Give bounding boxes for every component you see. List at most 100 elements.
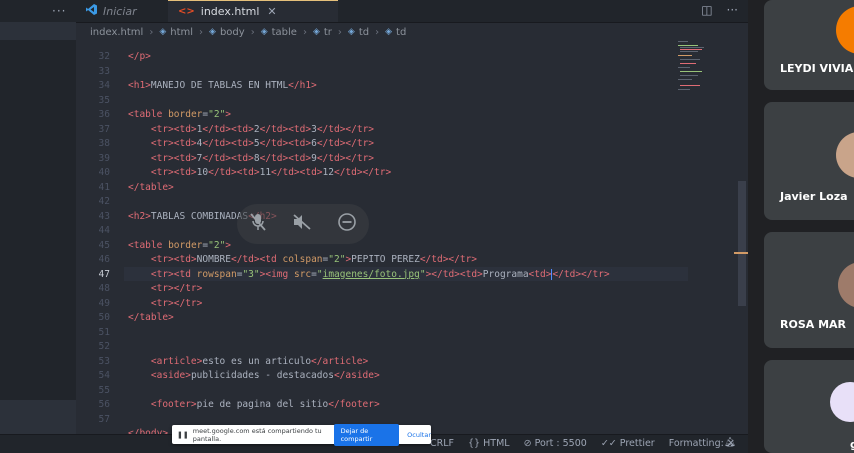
element-icon: ◈	[159, 27, 167, 37]
breadcrumb-item[interactable]: index.html	[90, 27, 143, 38]
line-number: 40	[98, 167, 110, 178]
tab-label: Iniciar	[103, 4, 137, 18]
line-number: 45	[98, 239, 110, 251]
braces-icon: {}	[468, 438, 481, 449]
participant-tile[interactable]: Javier Loza	[764, 102, 854, 220]
line-number: 33	[98, 65, 110, 77]
element-icon: ◈	[260, 27, 268, 37]
line-number: 54	[98, 370, 110, 381]
line-number: 43	[98, 210, 110, 222]
explorer-selected-row[interactable]	[0, 22, 76, 40]
volume-off-icon[interactable]	[293, 214, 311, 234]
hide-button[interactable]: Ocultar	[407, 431, 431, 439]
language-mode[interactable]: {} HTML	[468, 438, 510, 449]
code-line: <tr><td>4</td><td>5</td><td>6</td></tr>	[150, 138, 375, 149]
line-number: 44	[98, 225, 110, 236]
code-line: </table>	[128, 181, 174, 193]
code-line: <tr><td>7</td><td>8</td><td>9</td></tr>	[150, 152, 375, 164]
html-file-icon: <>	[178, 6, 195, 17]
double-check-icon: ✓✓	[600, 438, 617, 449]
element-icon: ◈	[209, 27, 216, 37]
code-line: <aside>publicidades - destacados</aside>	[150, 370, 380, 381]
breadcrumb-item[interactable]: tr	[324, 27, 332, 38]
broadcast-icon: ⊘	[523, 438, 532, 449]
participant-tile[interactable]: LEYDI VIVIA	[764, 0, 854, 90]
element-icon: ◈	[347, 27, 355, 37]
line-number: 42	[98, 196, 110, 207]
code-line: <table border="2">	[128, 109, 232, 120]
meet-participants-panel: LEYDI VIVIA Javier Loza ROSA MAR g	[748, 0, 854, 453]
element-icon: ◈	[312, 27, 320, 37]
code-line: <h1>MANEJO DE TABLAS EN HTML</h1>	[128, 80, 317, 91]
avatar	[836, 132, 854, 178]
prettier-status[interactable]: ✓✓ Prettier	[601, 438, 655, 449]
line-number: 52	[98, 341, 110, 352]
line-number: 34	[98, 80, 110, 91]
split-editor-icon[interactable]: ◫	[701, 3, 712, 17]
tab-iniciar[interactable]: Iniciar	[76, 0, 168, 22]
line-number: 41	[98, 181, 110, 193]
line-number: 47	[98, 268, 110, 280]
participant-tile[interactable]: ROSA MAR	[764, 232, 854, 348]
more-actions-icon[interactable]: ···	[52, 4, 66, 18]
notification-bell-icon[interactable]: 🔔︎	[724, 437, 736, 448]
participant-name: LEYDI VIVIA	[780, 62, 854, 75]
line-number: 50	[98, 312, 110, 323]
scroll-position-marker	[734, 252, 748, 254]
avatar	[838, 262, 854, 308]
tab-label: index.html	[200, 5, 260, 18]
live-server-port[interactable]: ⊘ Port : 5500	[524, 438, 587, 449]
code-line: <tr><td>10</td><td>11</td><td>12</td></t…	[150, 167, 392, 178]
participant-tile[interactable]: g	[764, 360, 854, 453]
code-line: <tr><td>NOMBRE</td><td colspan="2">PEPIT…	[150, 254, 478, 265]
line-number: 49	[98, 297, 110, 309]
code-editor[interactable]: 32 33 34 35 36 37 38 39 40 41 42 43 44 45 46 47 48 49 50 51…	[76, 41, 748, 434]
remove-icon[interactable]	[337, 213, 356, 235]
explorer-sidebar: ···	[0, 0, 77, 453]
code-line: </body>	[128, 428, 169, 434]
tab-bar: Iniciar <> index.html ✕ ◫ ···	[76, 0, 748, 23]
element-icon: ◈	[385, 27, 393, 37]
breadcrumb-item[interactable]: body	[220, 27, 245, 38]
mic-off-icon[interactable]	[250, 213, 267, 235]
participant-name: Javier Loza	[780, 190, 848, 203]
code-line: <tr><td rowspan="3"><img src="imagenes/f…	[150, 268, 610, 280]
vertical-scrollbar[interactable]	[738, 181, 746, 306]
avatar	[830, 382, 854, 422]
line-number: 53	[98, 355, 110, 367]
breadcrumb: index.html › ◈ html › ◈ body › ◈ table › ◈ t…	[76, 23, 748, 41]
vscode-logo-icon	[86, 4, 97, 18]
code-line: <article>esto es un articulo</article>	[150, 355, 369, 367]
line-number: 37	[98, 123, 110, 135]
code-line: </p>	[128, 51, 151, 62]
line-number: 55	[98, 384, 110, 396]
line-number: 35	[98, 94, 110, 106]
stop-sharing-button[interactable]: Dejar de compartir	[333, 423, 400, 446]
line-number: 48	[98, 283, 110, 294]
meeting-controls-overlay	[237, 204, 369, 244]
code-line: <tr><td>1</td><td>2</td><td>3</td></tr>	[150, 123, 375, 135]
line-number: 56	[98, 399, 110, 410]
avatar	[836, 6, 854, 54]
vscode-window: ··· Iniciar <> index.html ✕ ◫ ··· index.…	[0, 0, 748, 453]
line-ending[interactable]: CRLF	[430, 438, 454, 449]
breadcrumb-item[interactable]: html	[170, 27, 193, 38]
line-number: 36	[98, 109, 110, 120]
breadcrumb-item[interactable]: td	[396, 27, 406, 38]
breadcrumb-item[interactable]: table	[272, 27, 297, 38]
more-actions-icon[interactable]: ···	[727, 3, 738, 17]
close-icon[interactable]: ✕	[267, 5, 276, 18]
line-number: 51	[98, 326, 110, 338]
code-line: <table border="2">	[128, 239, 232, 251]
line-number: 46	[98, 254, 110, 265]
minimap[interactable]	[676, 41, 726, 101]
code-line: <tr></tr>	[150, 297, 203, 309]
explorer-section[interactable]	[0, 400, 76, 434]
screen-share-banner: ❚❚ meet.google.com está compartiendo tu …	[172, 423, 431, 446]
code-line: </table>	[128, 312, 174, 323]
line-number: 38	[98, 138, 110, 149]
code-line: <tr></tr>	[150, 283, 203, 294]
tab-index-html[interactable]: <> index.html ✕	[168, 0, 338, 22]
breadcrumb-item[interactable]: td	[359, 27, 369, 38]
line-number: 39	[98, 152, 110, 164]
